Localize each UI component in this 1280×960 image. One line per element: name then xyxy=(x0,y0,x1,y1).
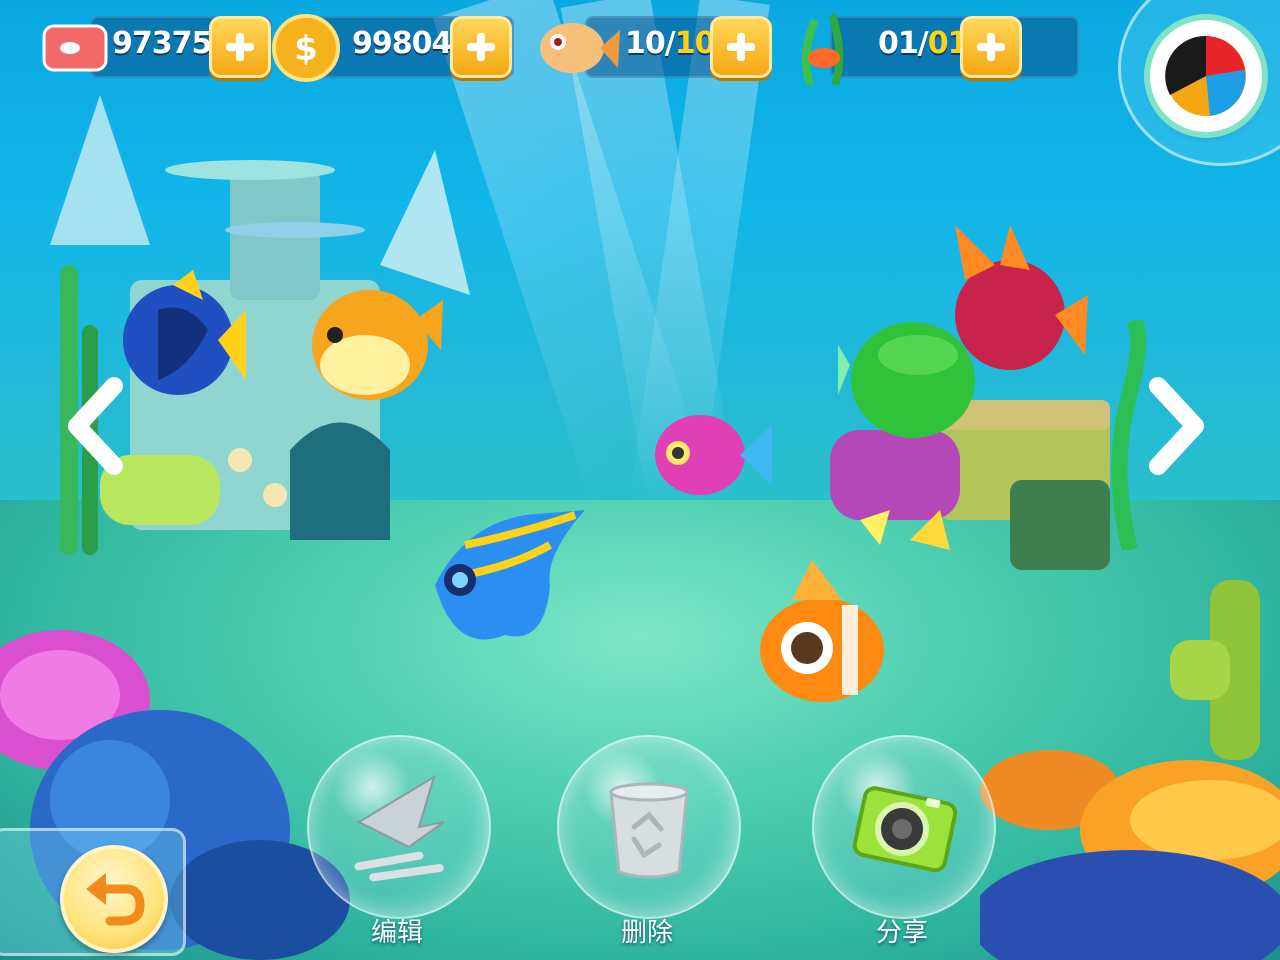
coral-right-decoration xyxy=(980,580,1280,960)
previous-arrow[interactable] xyxy=(62,376,132,476)
svg-text:$: $ xyxy=(294,29,318,69)
delete-button[interactable] xyxy=(557,735,741,919)
coin-icon: $ xyxy=(272,14,340,82)
clownfish[interactable] xyxy=(752,560,902,710)
add-plants-button[interactable] xyxy=(960,16,1022,78)
pufferfish-orange[interactable] xyxy=(305,280,445,410)
delete-label: 删除 xyxy=(620,918,673,948)
edit-fish-tools-icon xyxy=(354,774,445,882)
next-arrow[interactable] xyxy=(1140,376,1210,476)
chevron-right-icon xyxy=(1149,377,1204,475)
pink-fish[interactable] xyxy=(650,405,775,505)
plants-value: 01/01 xyxy=(878,26,968,62)
fish-capacity-current: 10/ xyxy=(625,26,676,61)
color-wheel-icon xyxy=(1165,35,1246,116)
blue-angelfish[interactable] xyxy=(425,505,590,680)
add-gems-button[interactable] xyxy=(209,16,271,78)
edit-label: 编辑 xyxy=(370,918,423,948)
add-fish-capacity-button[interactable] xyxy=(710,16,772,78)
back-button[interactable] xyxy=(60,845,168,953)
fish-capacity-max: 10 xyxy=(674,26,716,61)
edit-button[interactable] xyxy=(307,735,491,919)
plants-current: 01/ xyxy=(878,26,929,61)
fish-icon xyxy=(540,23,620,73)
chevron-left-icon xyxy=(68,377,123,475)
blue-tang-fish[interactable] xyxy=(118,270,248,410)
camera-icon xyxy=(852,786,958,873)
undo-arrow-icon xyxy=(86,873,145,926)
add-coins-button[interactable] xyxy=(450,16,512,78)
seaweed-fish-icon xyxy=(802,13,844,85)
menu-button[interactable] xyxy=(1150,20,1262,132)
recycle-bin-icon xyxy=(609,782,689,879)
fish-capacity-value: 10/10 xyxy=(625,26,716,62)
red-lionfish[interactable] xyxy=(945,225,1090,395)
share-button[interactable] xyxy=(812,735,996,919)
gem-icon xyxy=(42,24,108,72)
share-label: 分享 xyxy=(875,918,928,948)
